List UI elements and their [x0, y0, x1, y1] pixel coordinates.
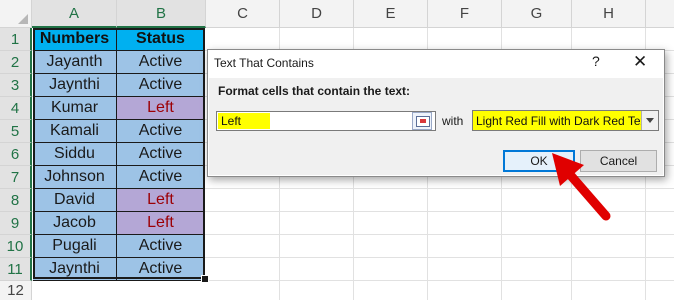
column-header-h[interactable]: H: [572, 0, 646, 28]
cell-name[interactable]: Kumar: [33, 97, 117, 120]
cell-name[interactable]: David: [33, 189, 117, 212]
cell-name[interactable]: Jaynthi: [33, 74, 117, 97]
cell-status-highlighted[interactable]: Left: [117, 189, 205, 212]
cell-status[interactable]: Active: [117, 74, 205, 97]
row-header-7[interactable]: 7: [0, 166, 32, 189]
range-selector-icon[interactable]: [412, 112, 432, 130]
chevron-down-icon[interactable]: [641, 111, 658, 130]
fill-handle[interactable]: [201, 275, 209, 283]
cell-status-highlighted[interactable]: Left: [117, 212, 205, 235]
cell-name[interactable]: Siddu: [33, 143, 117, 166]
cell-name[interactable]: Johnson: [33, 166, 117, 189]
cell-name[interactable]: Jacob: [33, 212, 117, 235]
cell-status[interactable]: Active: [117, 120, 205, 143]
contains-text-input[interactable]: Left: [216, 111, 436, 131]
help-button[interactable]: ?: [592, 53, 600, 69]
format-dropdown-value: Light Red Fill with Dark Red Text: [476, 114, 650, 128]
row-header-3[interactable]: 3: [0, 74, 32, 97]
row-header-12[interactable]: 12: [0, 281, 32, 300]
row-header-5[interactable]: 5: [0, 120, 32, 143]
row-header-11[interactable]: 11: [0, 258, 32, 281]
close-icon[interactable]: ✕: [633, 52, 647, 72]
row-header-6[interactable]: 6: [0, 143, 32, 166]
column-header-c[interactable]: C: [206, 0, 280, 28]
cell-status[interactable]: Active: [117, 235, 205, 258]
column-header-e[interactable]: E: [354, 0, 428, 28]
dialog-prompt: Format cells that contain the text:: [218, 84, 411, 98]
row-header-10[interactable]: 10: [0, 235, 32, 258]
row-header-2[interactable]: 2: [0, 51, 32, 74]
cell-status[interactable]: Active: [117, 143, 205, 166]
column-header-b[interactable]: B: [117, 0, 206, 28]
column-header-d[interactable]: D: [280, 0, 354, 28]
cell-status[interactable]: Active: [117, 51, 205, 74]
cell-status-highlighted[interactable]: Left: [117, 97, 205, 120]
cell-name[interactable]: Jaynthi: [33, 258, 117, 281]
row-header-9[interactable]: 9: [0, 212, 32, 235]
column-header-a[interactable]: A: [32, 0, 117, 28]
column-header-f[interactable]: F: [428, 0, 502, 28]
cell-a1-numbers-header[interactable]: Numbers: [33, 28, 117, 51]
cell-name[interactable]: Pugali: [33, 235, 117, 258]
row-header-4[interactable]: 4: [0, 97, 32, 120]
dialog-title: Text That Contains: [214, 56, 314, 70]
cell-b1-status-header[interactable]: Status: [117, 28, 205, 51]
contains-text-value: Left: [221, 114, 242, 128]
column-header-g[interactable]: G: [502, 0, 572, 28]
format-dropdown[interactable]: Light Red Fill with Dark Red Text: [472, 110, 659, 131]
cell-status[interactable]: Active: [117, 258, 205, 281]
select-all-corner[interactable]: [0, 0, 32, 28]
cell-status[interactable]: Active: [117, 166, 205, 189]
cell-name[interactable]: Jayanth: [33, 51, 117, 74]
red-arrow-icon: [552, 153, 611, 221]
column-header-i[interactable]: [646, 0, 674, 28]
cell-name[interactable]: Kamali: [33, 120, 117, 143]
row-header-1[interactable]: 1: [0, 28, 32, 51]
row-header-8[interactable]: 8: [0, 189, 32, 212]
with-label: with: [442, 114, 464, 128]
